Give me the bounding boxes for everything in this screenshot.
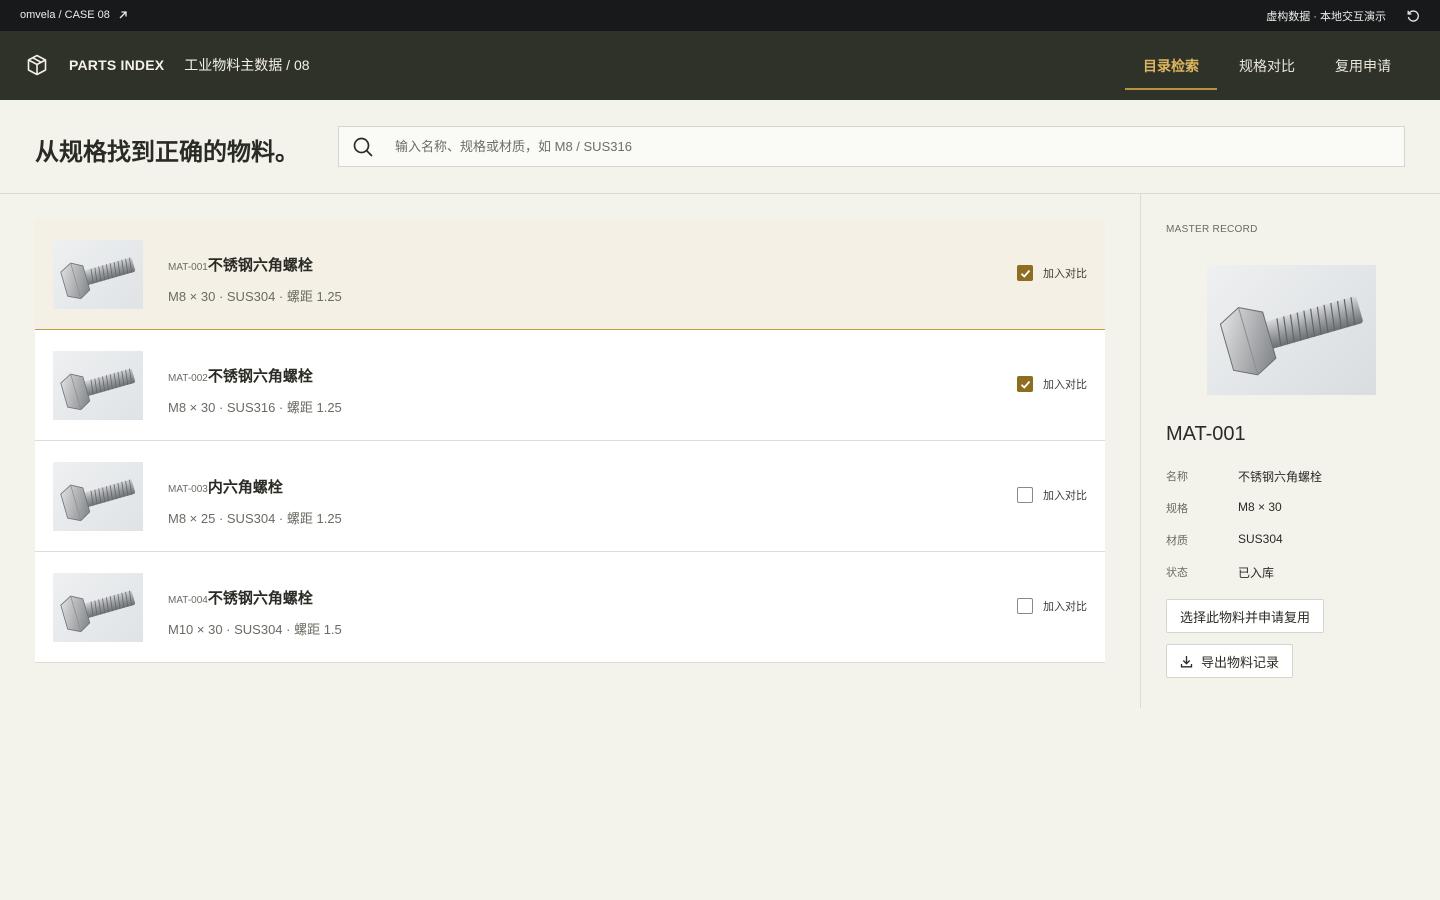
material-name: 不锈钢六角螺栓 [207,257,313,274]
check-icon [1020,269,1031,278]
tab-reuse-request[interactable]: 复用申请 [1317,31,1409,100]
material-name: 不锈钢六角螺栓 [207,368,313,385]
compare-toggle[interactable]: 加入对比 [1017,265,1087,281]
compare-checkbox[interactable] [1017,598,1033,614]
detail-panel: MASTER RECORD MAT-001 名称 不锈钢六角螺栓 规格 M8 × 3… [1140,194,1440,708]
material-row-mat-001[interactable]: MAT-001 不锈钢六角螺栓 M8 × 30 · SUS304 · 螺距 1.2… [35,219,1105,330]
bolt-image-icon [60,590,136,633]
detail-material-id: MAT-001 [1166,423,1246,445]
brand-name: PARTS INDEX [69,57,165,73]
case-link[interactable]: omvela / CASE 08 [20,9,128,21]
compare-label: 加入对比 [1043,490,1087,502]
material-code: MAT-001 [168,262,208,273]
material-spec: M8 × 30 · SUS304 · 螺距 1.25 [168,289,342,304]
search-icon [353,137,373,157]
search-section: 从规格找到正确的物料。 [0,100,1440,194]
bolt-thumbnail [53,573,143,642]
material-name: 不锈钢六角螺栓 [207,590,313,607]
bolt-image-icon [60,257,136,300]
demo-note: 虚构数据 · 本地交互演示 [1266,11,1386,23]
bolt-image-icon [60,368,136,411]
reset-icon[interactable] [1406,9,1420,23]
tab-spec-compare[interactable]: 规格对比 [1221,31,1313,100]
bolt-thumbnail [53,462,143,531]
search-box[interactable] [338,126,1405,167]
bolt-thumbnail [53,351,143,420]
material-spec: M8 × 30 · SUS316 · 螺距 1.25 [168,400,342,415]
case-link-label: omvela / CASE 08 [20,9,110,21]
compare-checkbox[interactable] [1017,487,1033,503]
material-row-mat-004[interactable]: MAT-004 不锈钢六角螺栓 M10 × 30 · SUS304 · 螺距 1.… [35,552,1105,663]
bolt-image-icon [1219,296,1363,376]
material-row-mat-002[interactable]: MAT-002 不锈钢六角螺栓 M8 × 30 · SUS316 · 螺距 1.2… [35,330,1105,441]
compare-label: 加入对比 [1043,268,1087,280]
top-utility-bar: omvela / CASE 08 虚构数据 · 本地交互演示 [0,0,1440,31]
detail-field-status: 状态 已入库 [1166,566,1275,580]
compare-checkbox[interactable] [1017,265,1033,281]
brand-subtitle: 工业物料主数据 / 08 [184,57,310,73]
detail-section-label: MASTER RECORD [1166,224,1258,235]
detail-field-material: 材质 SUS304 [1166,532,1283,547]
check-icon [1020,380,1031,389]
compare-label: 加入对比 [1043,379,1087,391]
material-photo [1207,265,1376,395]
material-row-mat-003[interactable]: MAT-003 内六角螺栓 M8 × 25 · SUS304 · 螺距 1.25 … [35,441,1105,552]
export-record-button[interactable]: 导出物料记录 [1166,644,1294,678]
material-code: MAT-003 [168,484,208,495]
compare-label: 加入对比 [1043,601,1087,613]
download-icon [1180,655,1193,667]
compare-toggle[interactable]: 加入对比 [1017,598,1087,614]
tab-catalog-search[interactable]: 目录检索 [1125,31,1217,100]
search-input[interactable] [395,139,1295,154]
material-spec: M8 × 25 · SUS304 · 螺距 1.25 [168,511,342,526]
page-title: 从规格找到正确的物料。 [35,139,299,166]
select-and-request-reuse-button[interactable]: 选择此物料并申请复用 [1166,599,1325,633]
package-box-icon [27,54,47,76]
material-list: MAT-001 不锈钢六角螺栓 M8 × 30 · SUS304 · 螺距 1.2… [35,219,1105,663]
detail-field-spec: 规格 M8 × 30 [1166,500,1282,515]
detail-field-name: 名称 不锈钢六角螺栓 [1166,470,1323,484]
brand[interactable]: PARTS INDEX 工业物料主数据 / 08 [25,53,310,77]
bolt-thumbnail [53,240,143,309]
material-code: MAT-002 [168,373,208,384]
material-spec: M10 × 30 · SUS304 · 螺距 1.5 [168,622,342,637]
bolt-image-icon [60,479,136,522]
material-name: 内六角螺栓 [207,479,283,496]
material-code: MAT-004 [168,595,208,606]
compare-toggle[interactable]: 加入对比 [1017,376,1087,392]
app-header: PARTS INDEX 工业物料主数据 / 08 目录检索 规格对比 复用申请 [0,31,1440,100]
main-nav: 目录检索 规格对比 复用申请 [1121,31,1409,100]
compare-toggle[interactable]: 加入对比 [1017,487,1087,503]
compare-checkbox[interactable] [1017,376,1033,392]
external-link-icon [119,11,127,19]
